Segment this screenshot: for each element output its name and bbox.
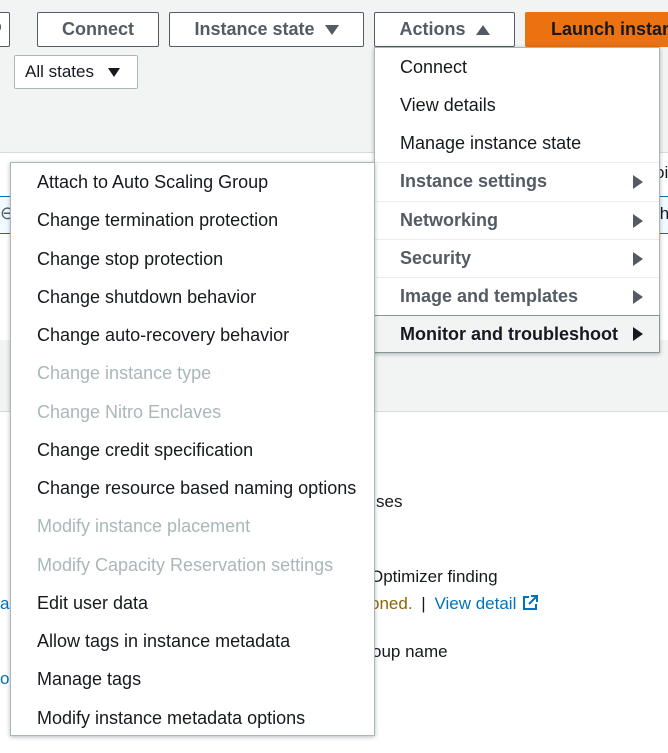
- submenu-item-auto-recovery[interactable]: Change auto-recovery behavior: [11, 316, 374, 354]
- submenu-item-label: Edit user data: [37, 592, 149, 613]
- actions-menu: Connect View details Manage instance sta…: [374, 47, 660, 353]
- submenu-item-label: Modify Capacity Reservation settings: [37, 554, 334, 575]
- actions-dropdown[interactable]: Actions: [374, 12, 515, 47]
- menu-item-label: Networking: [400, 210, 499, 230]
- submenu-item-credit-specification[interactable]: Change credit specification: [11, 431, 374, 469]
- submenu-item-instance-type: Change instance type: [11, 354, 374, 392]
- caret-right-icon: [633, 251, 643, 266]
- submenu-item-label: Change auto-recovery behavior: [37, 324, 290, 345]
- menu-group-image-and-templates[interactable]: Image and templates: [375, 277, 659, 315]
- menu-group-networking[interactable]: Networking: [375, 201, 659, 239]
- menu-item-label: Monitor and troubleshoot: [400, 323, 618, 344]
- launch-instances-label: Launch instanc: [551, 19, 668, 39]
- caret-right-icon: [633, 327, 643, 341]
- menu-group-instance-settings[interactable]: Instance settings: [375, 162, 659, 200]
- instance-state-dropdown[interactable]: Instance state: [169, 12, 364, 47]
- instance-state-label: Instance state: [194, 19, 315, 39]
- menu-item-label: Instance settings: [400, 171, 548, 191]
- submenu-item-capacity-reservation: Modify Capacity Reservation settings: [11, 546, 374, 584]
- submenu-item-label: Change stop protection: [37, 248, 224, 269]
- submenu-item-stop-protection[interactable]: Change stop protection: [11, 240, 374, 278]
- submenu-item-label: Modify instance placement: [37, 515, 251, 536]
- caret-down-icon: [324, 24, 339, 35]
- submenu-item-label: Change credit specification: [37, 439, 254, 460]
- submenu-item-label: Allow tags in instance metadata: [37, 630, 291, 651]
- security-group-label-peek: oup name: [372, 642, 448, 661]
- submenu-item-label: Modify instance metadata options: [37, 707, 306, 728]
- optimizer-finding-value: oned. | View detail: [370, 594, 539, 616]
- menu-item-view-details[interactable]: View details: [375, 86, 659, 124]
- caret-right-icon: [633, 174, 643, 189]
- submenu-item-label: Manage tags: [37, 668, 142, 689]
- menu-item-connect[interactable]: Connect: [375, 48, 659, 86]
- refresh-button[interactable]: [0, 12, 10, 47]
- submenu-item-label: Change shutdown behavior: [37, 286, 257, 307]
- submenu-item-nitro-enclaves: Change Nitro Enclaves: [11, 393, 374, 431]
- optimizer-status-text: oned.: [370, 594, 413, 613]
- submenu-item-tags-in-metadata[interactable]: Allow tags in instance metadata: [11, 622, 374, 660]
- state-filter-label: All states: [25, 62, 94, 81]
- submenu-item-attach-auto-scaling[interactable]: Attach to Auto Scaling Group: [11, 163, 374, 201]
- submenu-item-resource-naming[interactable]: Change resource based naming options: [11, 469, 374, 507]
- submenu-item-manage-tags[interactable]: Manage tags: [11, 660, 374, 698]
- connect-button[interactable]: Connect: [37, 12, 159, 47]
- refresh-icon: [0, 19, 2, 40]
- menu-item-label: Security: [400, 248, 472, 268]
- instance-state-filter[interactable]: All states: [14, 55, 138, 89]
- separator: |: [421, 594, 426, 613]
- submenu-item-instance-placement: Modify instance placement: [11, 507, 374, 545]
- submenu-item-termination-protection[interactable]: Change termination protection: [11, 201, 374, 239]
- menu-item-label: Connect: [400, 56, 468, 77]
- submenu-item-edit-user-data[interactable]: Edit user data: [11, 584, 374, 622]
- menu-item-label: Manage instance state: [400, 132, 582, 153]
- caret-right-icon: [633, 213, 643, 228]
- connect-button-label: Connect: [62, 19, 134, 39]
- submenu-item-label: Change Nitro Enclaves: [37, 401, 222, 422]
- caret-up-icon: [475, 24, 490, 35]
- instance-settings-submenu: Attach to Auto Scaling Group Change term…: [10, 162, 375, 736]
- view-detail-link[interactable]: View detail: [434, 594, 516, 613]
- menu-item-label: View details: [400, 94, 496, 115]
- caret-right-icon: [633, 289, 643, 304]
- addresses-label-peek: ses: [376, 492, 403, 511]
- external-link-icon: [522, 594, 539, 616]
- submenu-item-shutdown-behavior[interactable]: Change shutdown behavior: [11, 278, 374, 316]
- caret-down-icon: [107, 67, 120, 77]
- menu-group-security[interactable]: Security: [375, 239, 659, 277]
- menu-item-manage-instance-state[interactable]: Manage instance state: [375, 124, 659, 162]
- submenu-item-label: Change termination protection: [37, 209, 279, 230]
- launch-instances-button[interactable]: Launch instanc: [525, 12, 668, 47]
- submenu-item-label: Change instance type: [37, 362, 212, 383]
- submenu-item-label: Change resource based naming options: [37, 477, 357, 498]
- submenu-item-metadata-options[interactable]: Modify instance metadata options: [11, 699, 374, 737]
- menu-group-monitor-and-troubleshoot[interactable]: Monitor and troubleshoot: [374, 315, 660, 353]
- optimizer-finding-label: Optimizer finding: [370, 567, 498, 586]
- menu-item-label: Image and templates: [400, 286, 579, 306]
- actions-label: Actions: [399, 19, 466, 39]
- submenu-item-label: Attach to Auto Scaling Group: [37, 171, 269, 192]
